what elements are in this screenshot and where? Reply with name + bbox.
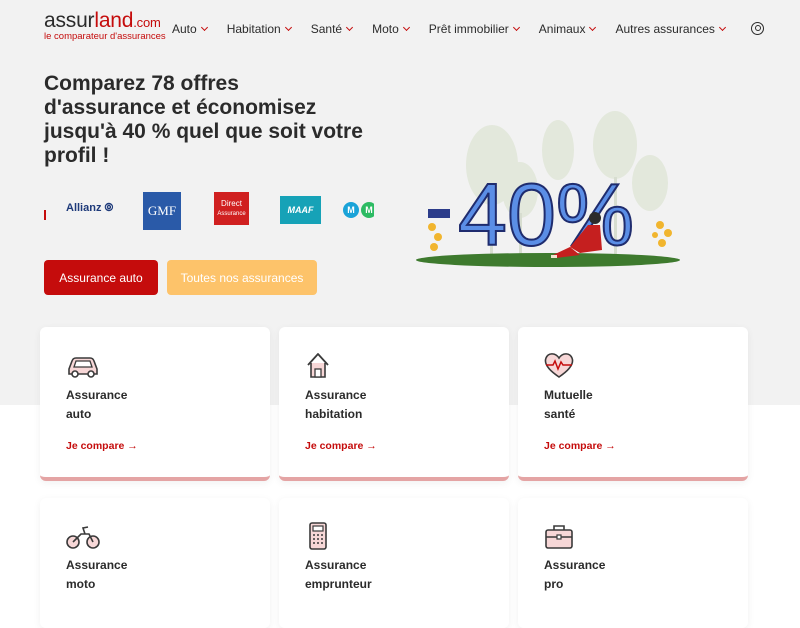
nav-label: Habitation <box>226 22 281 36</box>
card-title-line2: auto <box>66 407 92 421</box>
nav-item-moto[interactable]: Moto <box>372 22 410 36</box>
maaf-logo: MAAF <box>280 196 321 224</box>
house-icon <box>307 353 329 378</box>
chevron-down-icon <box>512 23 520 32</box>
card-title: Assurance auto <box>66 386 206 424</box>
card-assurance-emprunteur[interactable]: Assurance emprunteur <box>279 498 509 628</box>
mma-logo-secondary: M <box>361 202 374 218</box>
card-title: Assurance emprunteur <box>305 556 445 594</box>
assurance-auto-button[interactable]: Assurance auto <box>44 260 158 295</box>
nav-label: Santé <box>310 22 343 36</box>
nav-label: Animaux <box>538 22 586 36</box>
briefcase-icon <box>545 525 573 549</box>
chevron-down-icon <box>718 23 726 32</box>
nav-label: Moto <box>372 22 399 36</box>
car-icon <box>68 357 98 378</box>
nav-item-sante[interactable]: Santé <box>310 22 354 36</box>
card-title-line1: Assurance <box>305 558 367 572</box>
nav-item-pret-immobilier[interactable]: Prêt immobilier <box>428 22 520 36</box>
card-title-line1: Assurance <box>66 558 128 572</box>
minus-40-percent-illustration: 40% <box>416 111 680 267</box>
calculator-icon <box>309 522 327 550</box>
card-title: Assurance habitation <box>305 386 445 424</box>
logo-tagline: le comparateur d'assurances <box>44 31 166 42</box>
allianz-logo: Allianz ⦾ <box>66 202 114 214</box>
chevron-down-icon <box>589 23 597 32</box>
je-compare-link[interactable]: Je compare → <box>305 440 377 452</box>
card-mutuelle-sante[interactable]: Mutuelle santé Je compare → <box>518 327 748 481</box>
card-title-line2: moto <box>66 577 96 591</box>
card-title-line1: Assurance <box>544 558 606 572</box>
forty-percent-text: 40% <box>458 165 634 264</box>
card-title: Assurance moto <box>66 556 206 594</box>
card-title: Assurance pro <box>544 556 684 594</box>
card-assurance-pro[interactable]: Assurance pro <box>518 498 748 628</box>
direct-logo-line2: Assurance <box>217 210 246 217</box>
nav-label: Autres assurances <box>615 22 715 36</box>
hero-headline: Comparez 78 offres d'assurance et économ… <box>44 72 363 167</box>
card-title-line2: habitation <box>305 407 363 421</box>
card-assurance-moto[interactable]: Assurance moto <box>40 498 270 628</box>
minus-sign <box>428 209 450 218</box>
card-assurance-auto[interactable]: Assurance auto Je compare → <box>40 327 270 481</box>
chevron-down-icon <box>402 23 410 32</box>
partial-insurer-logo <box>44 210 46 220</box>
user-account-icon[interactable] <box>751 22 764 35</box>
card-assurance-habitation[interactable]: Assurance habitation Je compare → <box>279 327 509 481</box>
card-title-line2: santé <box>544 407 576 421</box>
insurer-logo-strip: Allianz ⦾ GMF Direct Assurance MAAF M M <box>44 190 374 232</box>
mma-logo: M <box>343 202 359 218</box>
card-title-line2: emprunteur <box>305 577 372 591</box>
nav-label: Auto <box>172 22 197 36</box>
nav-item-habitation[interactable]: Habitation <box>226 22 292 36</box>
card-title-line1: Mutuelle <box>544 388 593 402</box>
direct-logo-line1: Direct <box>221 198 242 208</box>
nav-item-autres-assurances[interactable]: Autres assurances <box>615 22 726 36</box>
site-header: assurland.com le comparateur d'assurance… <box>0 0 800 58</box>
je-compare-link[interactable]: Je compare → <box>66 440 138 452</box>
direct-assurance-logo: Direct Assurance <box>214 192 249 225</box>
je-compare-link[interactable]: Je compare → <box>544 440 616 452</box>
card-title: Mutuelle santé <box>544 386 684 424</box>
nav-label: Prêt immobilier <box>428 22 509 36</box>
chevron-down-icon <box>346 23 354 32</box>
assurland-logo[interactable]: assurland.com le comparateur d'assurance… <box>44 10 166 42</box>
heart-pulse-icon <box>544 353 574 378</box>
toutes-nos-assurances-button[interactable]: Toutes nos assurances <box>167 260 317 295</box>
chevron-down-icon <box>200 23 208 32</box>
card-title-line1: Assurance <box>66 388 128 402</box>
card-title-line1: Assurance <box>305 388 367 402</box>
logo-domain: .com <box>133 15 161 30</box>
logo-text-land: land <box>94 9 134 32</box>
chevron-down-icon <box>284 23 292 32</box>
gmf-logo: GMF <box>143 192 181 230</box>
nav-item-animaux[interactable]: Animaux <box>538 22 597 36</box>
motorcycle-icon <box>66 526 100 549</box>
main-nav: Auto Habitation Santé Moto Prêt immobili… <box>172 22 745 36</box>
nav-item-auto[interactable]: Auto <box>172 22 208 36</box>
card-title-line2: pro <box>544 577 564 591</box>
logo-text-assur: assur <box>44 9 95 32</box>
